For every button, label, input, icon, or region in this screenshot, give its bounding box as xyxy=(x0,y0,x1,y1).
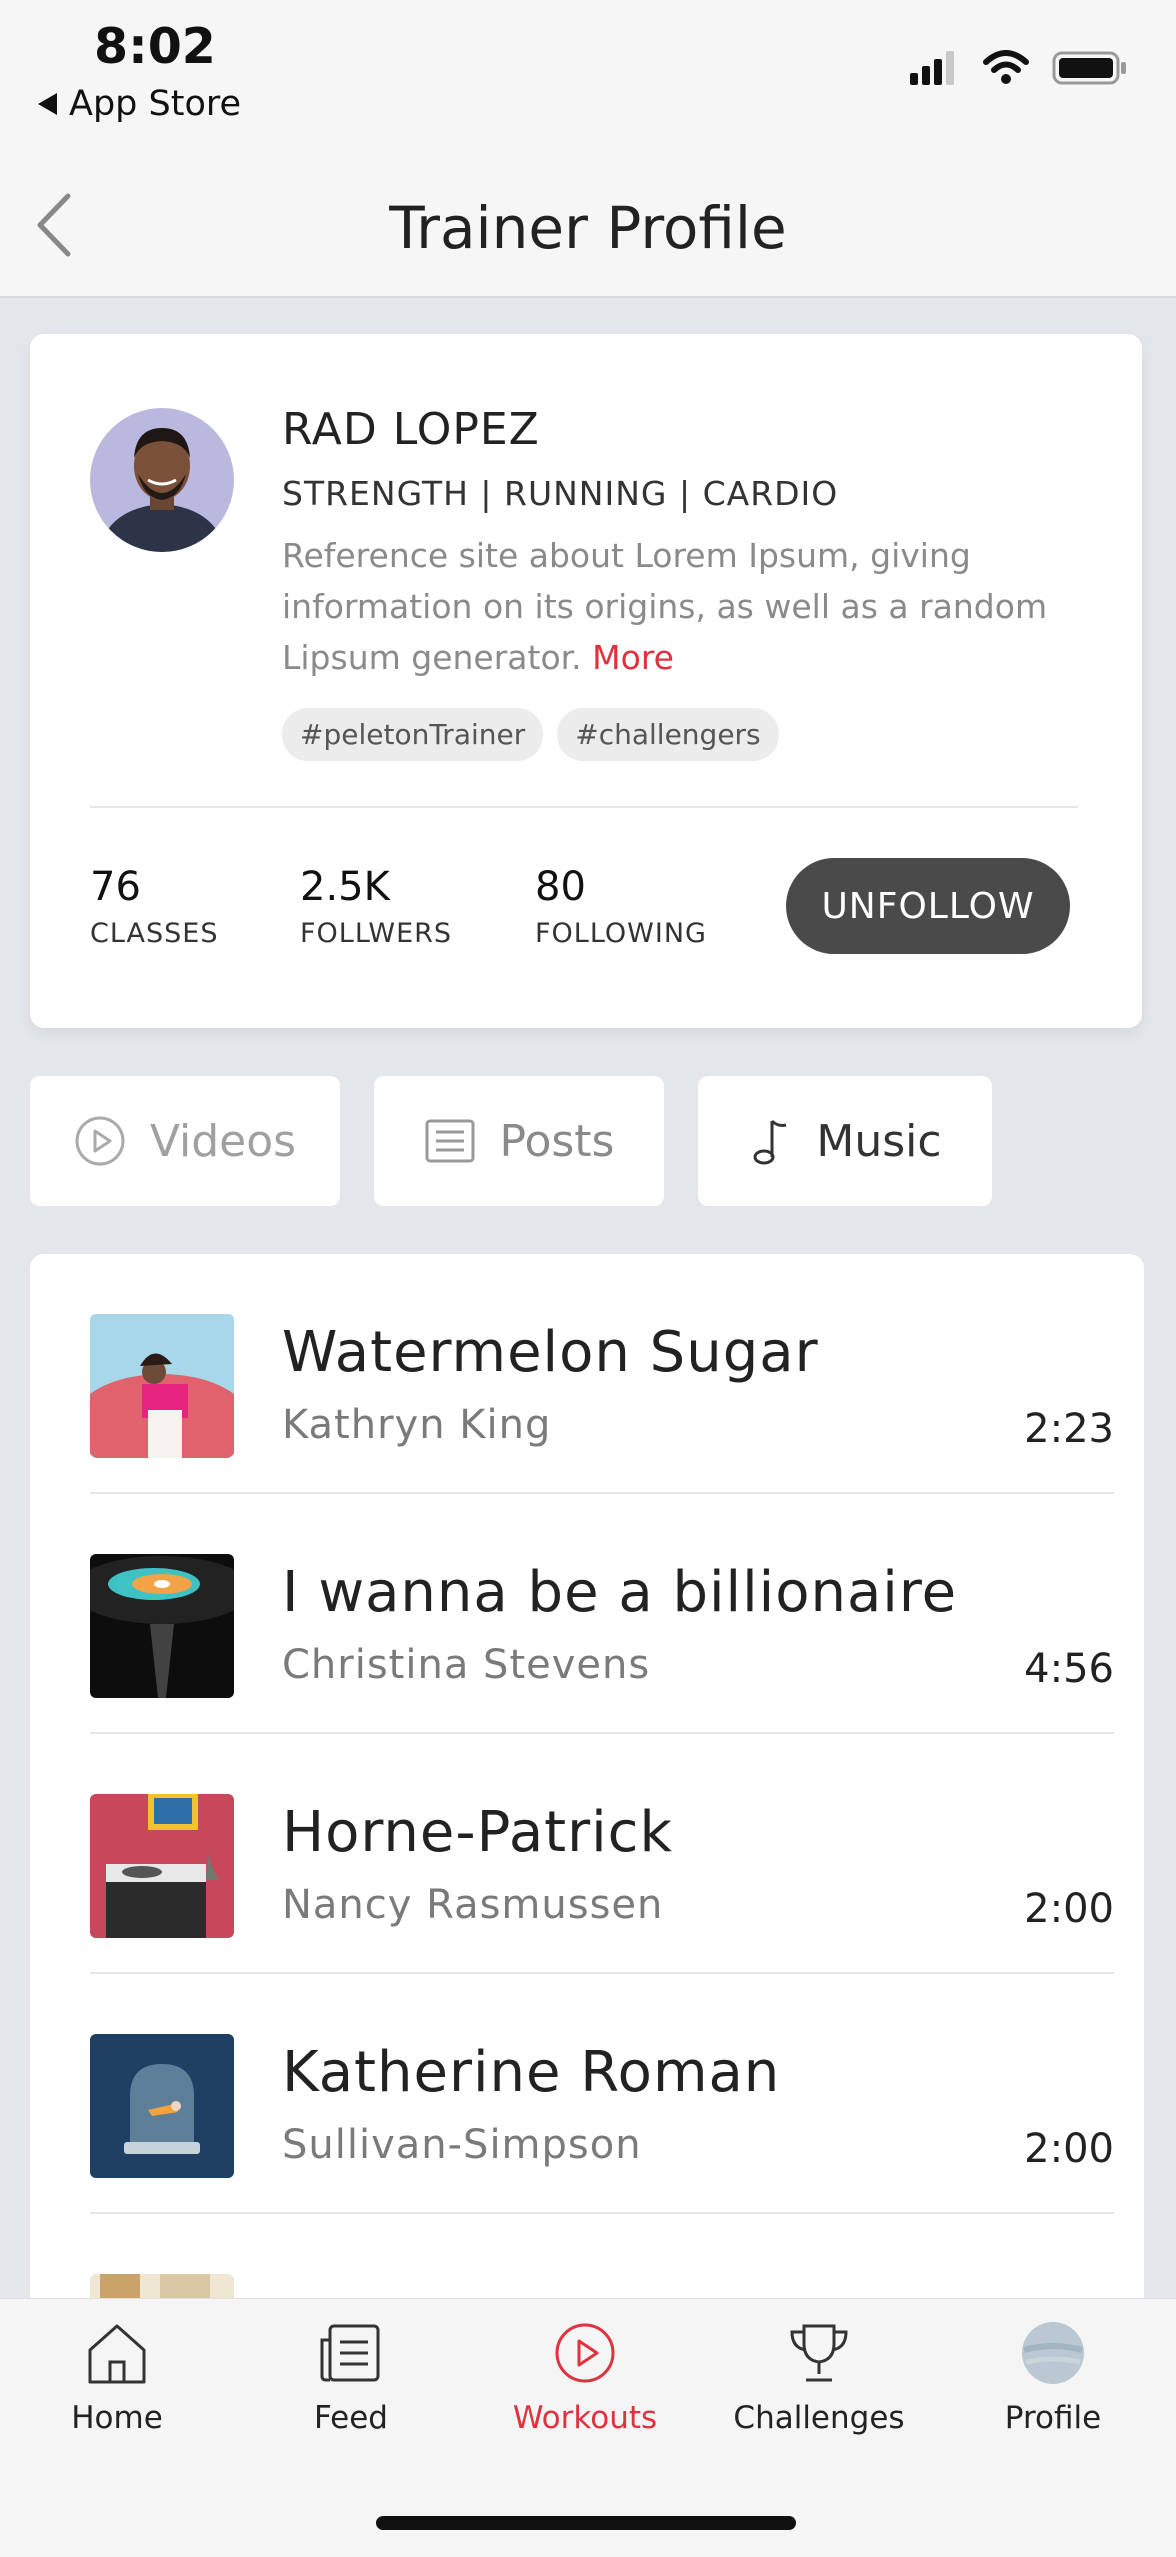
tab-videos-label: Videos xyxy=(149,1115,297,1167)
song-duration: 2:00 xyxy=(1024,2126,1114,2172)
unfollow-button[interactable]: UNFOLLOW xyxy=(786,858,1070,954)
song-title: Watermelon Sugar xyxy=(282,1320,819,1385)
song-duration: 2:23 xyxy=(1024,1406,1114,1452)
tab-posts-label: Posts xyxy=(499,1115,615,1167)
nav-feed[interactable]: Feed xyxy=(251,2318,451,2436)
nav-profile[interactable]: Profile xyxy=(953,2318,1153,2436)
battery-icon xyxy=(1052,51,1126,85)
stat-classes-value: 76 xyxy=(90,864,141,910)
trophy-icon xyxy=(784,2318,854,2388)
play-circle-icon xyxy=(75,1116,125,1166)
song-duration: 2:00 xyxy=(1024,1886,1114,1932)
stat-classes-label: CLASSES xyxy=(90,918,219,949)
hashtag-chip[interactable]: #challengers xyxy=(557,708,779,761)
song-row[interactable]: Watermelon Sugar Kathryn King 2:23 xyxy=(90,1254,1114,1494)
song-artist: Nancy Rasmussen xyxy=(282,1882,664,1928)
hashtag-list: #peletonTrainer #challengers xyxy=(282,708,779,761)
home-icon xyxy=(82,2318,152,2388)
play-circle-icon xyxy=(550,2318,620,2388)
nav-workouts-label: Workouts xyxy=(512,2400,658,2436)
status-icons xyxy=(910,50,1128,86)
stat-followers-value: 2.5K xyxy=(300,864,390,910)
music-list: Watermelon Sugar Kathryn King 2:23 I wan… xyxy=(30,1254,1144,2418)
stat-following-label: FOLLOWING xyxy=(535,918,707,949)
nav-home-label: Home xyxy=(71,2400,163,2436)
album-art xyxy=(90,1314,234,1458)
song-row[interactable]: I wanna be a billionaire Christina Steve… xyxy=(90,1494,1114,1734)
card-divider xyxy=(90,806,1078,808)
nav-home[interactable]: Home xyxy=(17,2318,217,2436)
tab-music-label: Music xyxy=(816,1115,942,1167)
song-title: Katherine Roman xyxy=(282,2040,781,2105)
hashtag-chip[interactable]: #peletonTrainer xyxy=(282,708,544,761)
trainer-name: RAD LOPEZ xyxy=(282,404,540,455)
feed-icon xyxy=(316,2318,386,2388)
bio-more-link[interactable]: More xyxy=(592,638,674,677)
album-art xyxy=(90,1554,234,1698)
stat-following-value: 80 xyxy=(535,864,586,910)
back-app-label: App Store xyxy=(69,84,242,124)
trainer-avatar xyxy=(90,408,234,552)
tab-music[interactable]: Music xyxy=(698,1076,992,1206)
nav-feed-label: Feed xyxy=(314,2400,388,2436)
song-duration: 4:56 xyxy=(1024,1646,1114,1692)
stat-following[interactable]: 80 FOLLOWING xyxy=(535,864,707,949)
status-time: 8:02 xyxy=(94,18,216,75)
stat-followers[interactable]: 2.5K FOLLWERS xyxy=(300,864,452,949)
avatar xyxy=(1018,2318,1088,2388)
tab-videos[interactable]: Videos xyxy=(30,1076,340,1206)
nav-workouts[interactable]: Workouts xyxy=(485,2318,685,2436)
home-indicator xyxy=(376,2516,796,2530)
page-title: Trainer Profile xyxy=(389,194,787,262)
stat-followers-label: FOLLWERS xyxy=(300,918,453,949)
trainer-bio: Reference site about Lorem Ipsum, giving… xyxy=(282,530,1062,683)
song-title: Horne-Patrick xyxy=(282,1800,673,1865)
back-triangle-icon xyxy=(38,93,57,115)
song-title: I wanna be a billionaire xyxy=(282,1560,958,1625)
song-artist: Sullivan-Simpson xyxy=(282,2122,642,2168)
song-artist: Christina Stevens xyxy=(282,1642,651,1688)
song-row[interactable]: Katherine Roman Sullivan-Simpson 2:00 xyxy=(90,1974,1114,2214)
album-art xyxy=(90,2034,234,2178)
album-art xyxy=(90,1794,234,1938)
back-to-app-store[interactable]: App Store xyxy=(38,84,241,124)
music-note-icon xyxy=(753,1119,787,1165)
document-icon xyxy=(425,1119,474,1163)
wifi-icon xyxy=(983,50,1029,84)
trainer-profile-card: RAD LOPEZ STRENGTH | RUNNING | CARDIO Re… xyxy=(30,334,1142,1028)
tab-posts[interactable]: Posts xyxy=(374,1076,664,1206)
nav-challenges[interactable]: Challenges xyxy=(719,2318,919,2436)
nav-challenges-label: Challenges xyxy=(733,2400,905,2436)
stat-classes[interactable]: 76 CLASSES xyxy=(90,864,218,949)
song-artist: Kathryn King xyxy=(282,1402,552,1448)
nav-profile-label: Profile xyxy=(1004,2400,1102,2436)
cellular-signal-icon xyxy=(910,51,954,85)
song-row[interactable]: Horne-Patrick Nancy Rasmussen 2:00 xyxy=(90,1734,1114,1974)
trainer-disciplines: STRENGTH | RUNNING | CARDIO xyxy=(282,474,839,513)
